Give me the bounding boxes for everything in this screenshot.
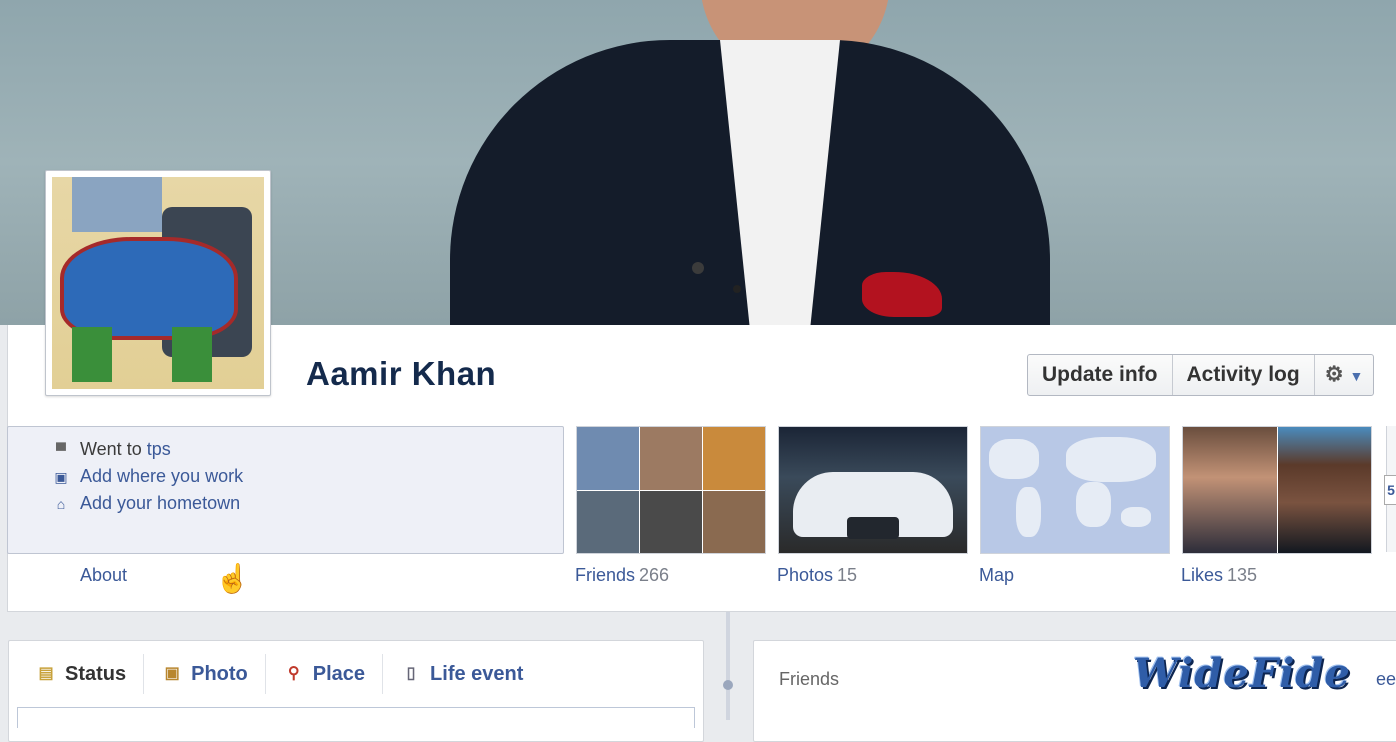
friends-count: 266 [639,565,670,585]
house-icon: ⌂ [56,495,66,512]
chevron-down-icon: ▼ [1349,368,1364,384]
friends-label: Friends [575,565,636,585]
map-tile-label[interactable]: Map [979,565,1014,586]
likes-tile[interactable] [1182,426,1372,554]
photos-count: 15 [837,565,858,585]
photos-tile-label[interactable]: Photos 15 [777,565,857,586]
map-land [1016,487,1041,537]
post-composer: ▤ Status ▣ Photo ⚲ Place ▯ Life event [8,640,704,742]
map-land [1121,507,1151,527]
tab-place[interactable]: ⚲ Place [266,654,384,694]
tab-photo-label: Photo [191,662,248,685]
more-tiles-tab[interactable]: 5 [1384,475,1396,505]
activity-log-button[interactable]: Activity log [1173,355,1315,395]
friend-thumbnail[interactable] [703,490,765,553]
info-row-education: ▀ Went to tps [52,439,171,460]
status-input[interactable] [17,707,695,728]
update-info-button[interactable]: Update info [1028,355,1173,395]
friend-thumbnail[interactable] [577,427,639,490]
profile-picture-image [52,177,264,389]
education-icon: ▀ [56,441,66,458]
cover-jacket-button [692,262,704,274]
profile-picture[interactable] [45,170,271,396]
friend-thumbnail[interactable] [577,490,639,553]
liked-page-thumbnail[interactable] [1277,427,1371,553]
tab-life-event-label: Life event [430,662,524,685]
tab-status-label: Status [65,662,127,685]
tab-life-event[interactable]: ▯ Life event [383,654,540,694]
friend-thumbnail[interactable] [703,427,765,490]
about-link[interactable]: About [80,565,127,586]
settings-button[interactable]: ⚙ ▼ [1315,355,1374,395]
add-hometown-link[interactable]: Add your hometown [80,493,240,514]
friend-thumbnail[interactable] [640,490,702,553]
friends-box-title: Friends [779,669,840,689]
friend-thumbnail[interactable] [640,427,702,490]
likes-thumbnails [1183,427,1371,553]
photo-icon: ▣ [164,665,180,682]
went-to-label: Went to [80,439,147,459]
likes-count: 135 [1227,565,1258,585]
photos-thumbnail [779,427,967,553]
profile-pic-leg [172,327,212,382]
hand-cursor-icon: ☝ [215,563,250,594]
photos-tile[interactable] [778,426,968,554]
map-label: Map [979,565,1015,585]
profile-actions: Update info Activity log ⚙ ▼ [1027,354,1375,396]
gear-icon: ⚙ [1324,363,1344,386]
school-link[interactable]: tps [147,439,171,460]
profile-pic-seat [60,237,238,340]
place-icon: ⚲ [287,665,300,682]
tab-status[interactable]: ▤ Status [35,654,145,694]
friends-tile[interactable] [576,426,766,554]
map-land [1066,437,1156,482]
timeline-dot [723,680,733,690]
profile-name[interactable]: Aamir Khan [306,355,496,393]
profile-pic-leg [72,327,112,382]
life-event-icon: ▯ [406,665,416,682]
likes-tile-label[interactable]: Likes 135 [1181,565,1257,586]
watermark-logo: WideFide [1133,650,1351,697]
map-land [989,439,1039,479]
composer-tabs: ▤ Status ▣ Photo ⚲ Place ▯ Life event [9,641,703,707]
map-land [1076,482,1111,527]
about-info-box: ▀ Went to tps ▣ Add where you work ⌂ Add… [7,426,564,554]
see-all-link[interactable]: ee [1376,669,1396,690]
map-tile[interactable] [980,426,1170,554]
info-row-work[interactable]: ▣ Add where you work [52,466,243,487]
briefcase-icon: ▣ [54,468,68,485]
timeline-line [726,612,730,720]
status-icon: ▤ [38,665,54,682]
profile-pic-shirt [72,177,162,232]
liked-page-thumbnail[interactable] [1183,427,1277,553]
car-grille [847,517,899,539]
friends-thumbnails [577,427,765,553]
add-work-link[interactable]: Add where you work [80,466,243,487]
map-thumbnail [981,427,1169,553]
info-row-hometown[interactable]: ⌂ Add your hometown [52,493,240,514]
cover-shirt-button [733,285,741,293]
tab-photo[interactable]: ▣ Photo [144,654,266,694]
tab-place-label: Place [312,662,366,685]
likes-label: Likes [1181,565,1224,585]
photos-label: Photos [777,565,834,585]
friends-tile-label[interactable]: Friends 266 [575,565,669,586]
